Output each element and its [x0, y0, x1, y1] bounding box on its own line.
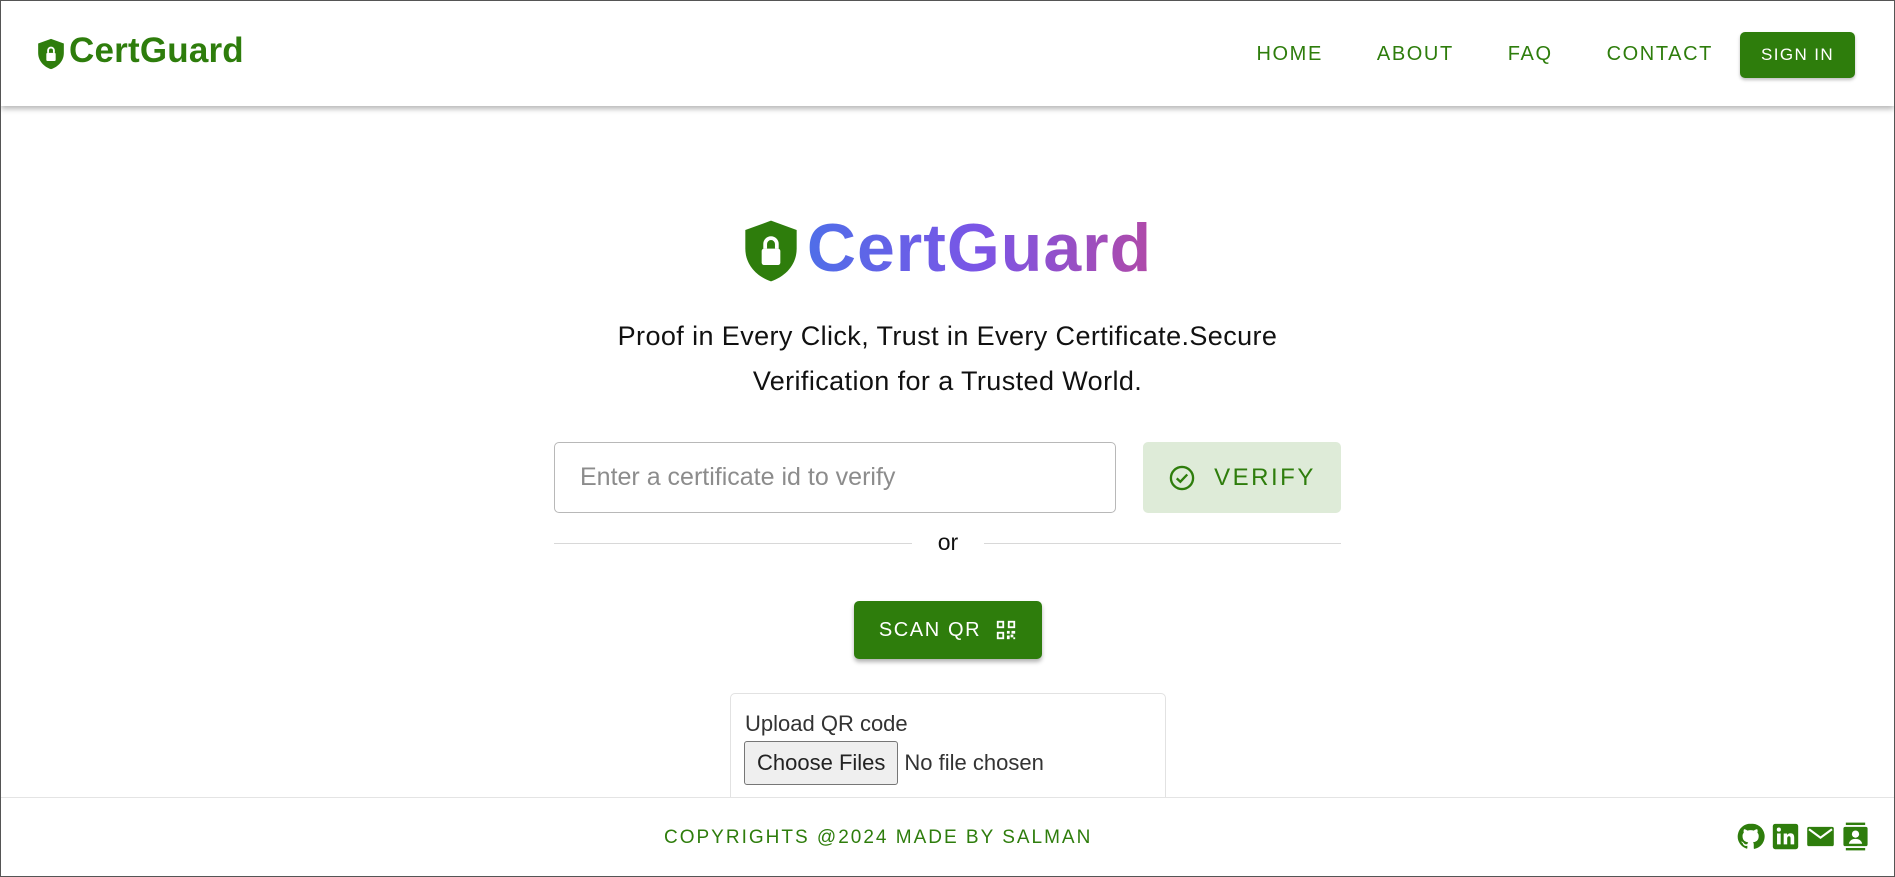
github-link[interactable] [1736, 822, 1765, 851]
file-input[interactable]: Choose Files No file chosen [744, 741, 1044, 785]
nav-contact[interactable]: CONTACT [1580, 31, 1740, 78]
shield-lock-icon [38, 38, 64, 70]
hero-logo: CertGuard [1, 209, 1894, 287]
page: CertGuard HOME ABOUT FAQ CONTACT SIGN IN… [0, 0, 1895, 877]
divider-or-text: or [937, 529, 959, 555]
nav-home[interactable]: HOME [1256, 31, 1349, 78]
choose-files-button[interactable]: Choose Files [744, 741, 899, 785]
brand-logo[interactable]: CertGuard [37, 31, 244, 71]
email-icon [1807, 826, 1834, 847]
brand-name: CertGuard [69, 31, 244, 70]
tagline: Proof in Every Click, Trust in Every Cer… [1, 314, 1894, 404]
contact-card-icon [1843, 822, 1868, 851]
verify-button-label: VERIFY [1214, 463, 1316, 491]
github-icon [1737, 823, 1765, 849]
contact-link[interactable] [1841, 822, 1870, 851]
linkedin-icon [1772, 823, 1799, 850]
scan-qr-button[interactable]: SCAN QR [854, 601, 1042, 659]
top-navbar: CertGuard HOME ABOUT FAQ CONTACT SIGN IN [1, 1, 1894, 106]
tagline-line-2: Verification for a Trusted World. [752, 366, 1143, 396]
nav-faq[interactable]: FAQ [1481, 31, 1580, 78]
upload-qr-card: Upload QR code Choose Files No file chos… [730, 693, 1166, 803]
certificate-id-input[interactable] [554, 442, 1116, 513]
main-nav: HOME ABOUT FAQ CONTACT SIGN IN [1256, 31, 1855, 78]
scan-qr-label: SCAN QR [878, 618, 982, 641]
qr-code-icon [996, 620, 1016, 640]
social-links [1736, 822, 1870, 851]
copyright-text: COPYRIGHTS @2024 MADE BY SALMAN [664, 827, 1093, 848]
linkedin-link[interactable] [1771, 822, 1800, 851]
footer: COPYRIGHTS @2024 MADE BY SALMAN [1, 797, 1894, 876]
divider-left [554, 543, 912, 544]
shield-lock-icon [745, 220, 797, 282]
sign-in-button[interactable]: SIGN IN [1740, 31, 1855, 78]
upload-qr-label: Upload QR code [745, 711, 908, 736]
verify-button[interactable]: VERIFY [1143, 442, 1341, 513]
email-link[interactable] [1806, 822, 1835, 851]
nav-about[interactable]: ABOUT [1350, 31, 1481, 78]
divider-right [984, 543, 1341, 544]
check-circle-icon [1169, 465, 1195, 490]
hero-title: CertGuard [806, 210, 1153, 286]
tagline-line-1: Proof in Every Click, Trust in Every Cer… [617, 321, 1278, 351]
file-status-text: No file chosen [904, 750, 1044, 775]
